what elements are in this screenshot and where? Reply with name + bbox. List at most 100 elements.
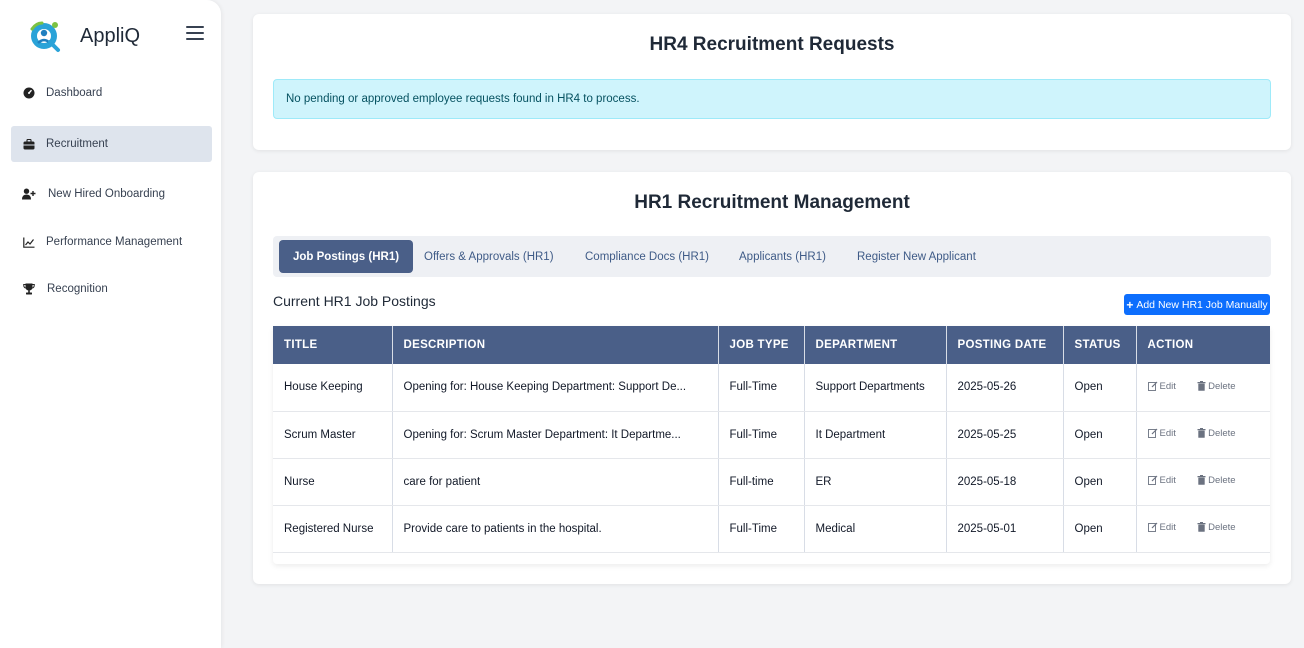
- tab-register-applicant[interactable]: Register New Applicant: [857, 240, 976, 273]
- cell-status: Open: [1063, 458, 1137, 506]
- appliq-logo-icon: [30, 21, 60, 52]
- edit-icon: [1147, 475, 1157, 486]
- trash-icon: [1197, 381, 1206, 391]
- delete-button[interactable]: Delete: [1197, 427, 1236, 439]
- sidebar-item-recruitment[interactable]: Recruitment: [11, 126, 212, 162]
- job-postings-table: TITLE DESCRIPTION JOB TYPE DEPARTMENT PO…: [273, 326, 1270, 553]
- cell-status: Open: [1063, 411, 1137, 459]
- table-header-row: TITLE DESCRIPTION JOB TYPE DEPARTMENT PO…: [273, 326, 1270, 364]
- edit-label: Edit: [1159, 474, 1176, 486]
- cell-actions: Edit Delete: [1136, 458, 1270, 506]
- column-header-job-type: JOB TYPE: [718, 326, 805, 364]
- hamburger-menu-icon[interactable]: [186, 26, 204, 44]
- edit-icon: [1147, 381, 1157, 391]
- cell-title: Scrum Master: [273, 411, 393, 459]
- delete-button[interactable]: Delete: [1197, 380, 1236, 392]
- cell-actions: Edit Delete: [1136, 411, 1270, 459]
- edit-label: Edit: [1159, 427, 1176, 439]
- brand[interactable]: AppliQ: [28, 18, 140, 54]
- briefcase-icon: [22, 137, 36, 151]
- column-header-posting-date: POSTING DATE: [946, 326, 1064, 364]
- column-header-status: STATUS: [1063, 326, 1137, 364]
- line-chart-icon: [22, 235, 36, 249]
- cell-posting-date: 2025-05-26: [946, 364, 1064, 412]
- delete-button[interactable]: Delete: [1197, 474, 1236, 486]
- app-name: AppliQ: [80, 24, 141, 47]
- plus-icon: +: [1126, 297, 1134, 312]
- hr4-card-title: HR4 Recruitment Requests: [649, 34, 895, 55]
- sidebar-item-label: Recognition: [47, 283, 108, 295]
- job-postings-heading: Current HR1 Job Postings: [273, 293, 436, 309]
- hr1-card-title: HR1 Recruitment Management: [634, 192, 910, 213]
- cell-actions: Edit Delete: [1136, 505, 1270, 553]
- delete-button[interactable]: Delete: [1197, 521, 1236, 533]
- cell-title: Nurse: [273, 458, 393, 506]
- tab-job-postings[interactable]: Job Postings (HR1): [279, 240, 414, 273]
- cell-department: ER: [804, 458, 947, 506]
- cell-actions: Edit Delete: [1136, 364, 1270, 412]
- cell-description: Opening for: Scrum Master Department: It…: [392, 411, 719, 459]
- delete-label: Delete: [1208, 427, 1236, 439]
- column-header-title: TITLE: [273, 326, 393, 364]
- add-job-button[interactable]: + Add New HR1 Job Manually: [1124, 294, 1270, 315]
- edit-button[interactable]: Edit: [1147, 474, 1176, 486]
- cell-title: Registered Nurse: [273, 505, 393, 553]
- cell-posting-date: 2025-05-25: [946, 411, 1064, 459]
- edit-label: Edit: [1159, 521, 1176, 533]
- hr1-tab-bar: Job Postings (HR1) Offers & Approvals (H…: [273, 236, 1271, 277]
- cell-posting-date: 2025-05-18: [946, 458, 1064, 506]
- table-row: House Keeping Opening for: House Keeping…: [273, 364, 1270, 412]
- gauge-icon: [22, 86, 36, 100]
- column-header-action: ACTION: [1136, 326, 1270, 364]
- cell-description: Opening for: House Keeping Department: S…: [392, 364, 719, 412]
- sidebar-item-recognition[interactable]: Recognition: [11, 271, 212, 307]
- sidebar-item-label: Dashboard: [46, 87, 103, 99]
- sidebar-item-label: New Hired Onboarding: [48, 188, 165, 200]
- delete-label: Delete: [1208, 380, 1236, 392]
- sidebar: AppliQ Dashboard Recruitment New Hired O…: [0, 0, 221, 648]
- cell-job-type: Full-time: [718, 458, 805, 506]
- add-job-button-label: Add New HR1 Job Manually: [1136, 298, 1268, 311]
- delete-label: Delete: [1208, 521, 1236, 533]
- cell-title: House Keeping: [273, 364, 393, 412]
- edit-label: Edit: [1159, 380, 1176, 392]
- hr4-alert-text: No pending or approved employee requests…: [286, 93, 640, 105]
- trash-icon: [1197, 522, 1206, 533]
- cell-department: Medical: [804, 505, 947, 553]
- trash-icon: [1197, 475, 1206, 486]
- cell-status: Open: [1063, 364, 1137, 412]
- sidebar-item-label: Performance Management: [46, 236, 183, 248]
- cell-department: Support Departments: [804, 364, 947, 412]
- trophy-icon: [22, 282, 36, 296]
- hr4-requests-card: HR4 Recruitment Requests No pending or a…: [253, 14, 1291, 150]
- cell-job-type: Full-Time: [718, 364, 805, 412]
- sidebar-item-performance[interactable]: Performance Management: [11, 224, 212, 260]
- tab-applicants[interactable]: Applicants (HR1): [739, 240, 826, 273]
- column-header-description: DESCRIPTION: [392, 326, 719, 364]
- edit-icon: [1147, 428, 1157, 439]
- hr4-info-alert: No pending or approved employee requests…: [273, 79, 1271, 119]
- edit-button[interactable]: Edit: [1147, 380, 1176, 392]
- cell-job-type: Full-Time: [718, 411, 805, 459]
- column-header-department: DEPARTMENT: [804, 326, 947, 364]
- user-plus-icon: [22, 187, 36, 201]
- edit-icon: [1147, 522, 1157, 533]
- table-row: Registered Nurse Provide care to patient…: [273, 505, 1270, 553]
- tab-compliance-docs[interactable]: Compliance Docs (HR1): [585, 240, 709, 273]
- edit-button[interactable]: Edit: [1147, 521, 1176, 533]
- cell-description: care for patient: [392, 458, 719, 506]
- hr1-management-card: HR1 Recruitment Management Job Postings …: [253, 172, 1291, 584]
- tab-offers-approvals[interactable]: Offers & Approvals (HR1): [424, 240, 554, 273]
- cell-department: It Department: [804, 411, 947, 459]
- edit-button[interactable]: Edit: [1147, 427, 1176, 439]
- trash-icon: [1197, 428, 1206, 439]
- sidebar-item-label: Recruitment: [46, 138, 108, 150]
- cell-job-type: Full-Time: [718, 505, 805, 553]
- table-row: Nurse care for patient Full-time ER 2025…: [273, 458, 1270, 506]
- delete-label: Delete: [1208, 474, 1236, 486]
- cell-status: Open: [1063, 505, 1137, 553]
- table-row: Scrum Master Opening for: Scrum Master D…: [273, 411, 1270, 459]
- sidebar-item-dashboard[interactable]: Dashboard: [11, 75, 212, 111]
- sidebar-item-onboarding[interactable]: New Hired Onboarding: [11, 176, 212, 212]
- cell-description: Provide care to patients in the hospital…: [392, 505, 719, 553]
